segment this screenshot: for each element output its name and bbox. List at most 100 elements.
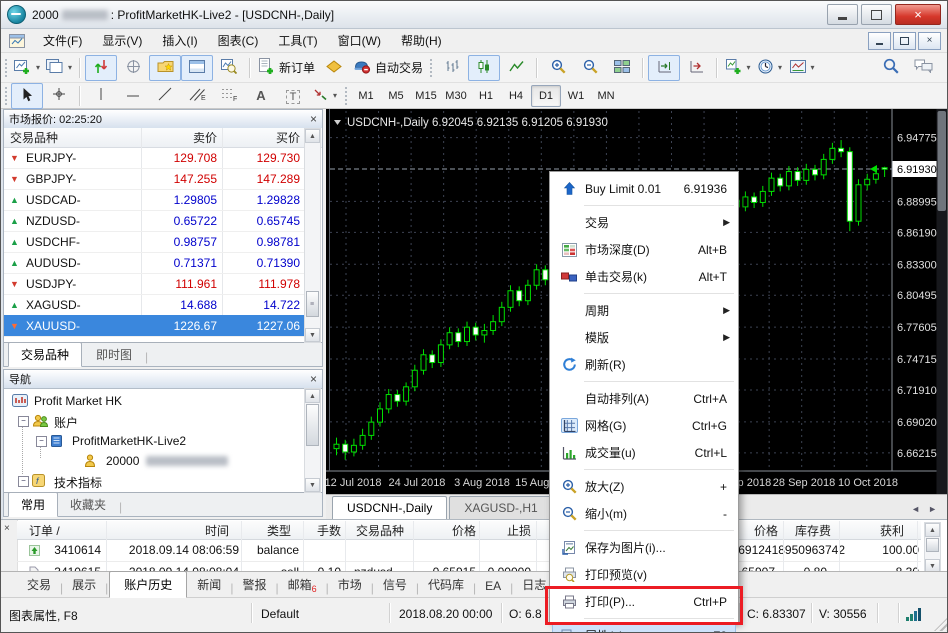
terminal-row[interactable]: 34106142018.09.14 08:06:59balance6912418…	[17, 539, 921, 562]
timeframe-h1[interactable]: H1	[471, 85, 501, 107]
terminal-col-5[interactable]: 价格	[414, 521, 476, 539]
market-watch-scrollbar[interactable]: ▲≡▼	[304, 128, 321, 343]
timeframe-h4[interactable]: H4	[501, 85, 531, 107]
context-item-zoom-in[interactable]: 放大(Z)+	[552, 473, 736, 500]
terminal-col-1[interactable]: 时间	[141, 521, 229, 539]
toolbar-grip[interactable]	[429, 58, 433, 78]
bar-chart-button[interactable]	[436, 55, 468, 81]
context-item-grid[interactable]: 网格(G)Ctrl+G	[552, 412, 736, 439]
toolbar-grip[interactable]	[4, 86, 8, 106]
terminal-col-6[interactable]: 止损	[477, 521, 531, 539]
market-watch-row[interactable]: ▼USDJPY-111.961111.978	[4, 273, 304, 295]
context-item-refresh[interactable]: 刷新(R)	[552, 351, 736, 378]
autotrading-button[interactable]: 自动交易	[350, 55, 426, 81]
timeframe-d1[interactable]: D1	[531, 85, 561, 107]
terminal-tab-signals[interactable]: 信号	[375, 572, 415, 597]
scroll-up-icon[interactable]: ▲	[305, 129, 320, 143]
market-watch-row[interactable]: ▲AUDUSD-0.713710.71390	[4, 252, 304, 274]
tile-windows-button[interactable]	[606, 55, 638, 81]
menu-help[interactable]: 帮助(H)	[391, 29, 452, 52]
periods-button[interactable]: ▾	[754, 55, 786, 81]
scroll-down-icon[interactable]: ▼	[305, 478, 320, 492]
chat-button[interactable]	[907, 55, 939, 81]
context-item-depth[interactable]: 市场深度(D)Alt+B	[552, 236, 736, 263]
menu-file[interactable]: 文件(F)	[33, 29, 92, 52]
tree-item-accounts[interactable]: −账户	[4, 411, 304, 431]
context-item-7[interactable]: 模版▶	[552, 324, 736, 351]
scroll-down-icon[interactable]: ▼	[305, 328, 320, 342]
timeframe-m30[interactable]: M30	[441, 85, 471, 107]
tree-item-user[interactable]: 20000	[4, 451, 304, 471]
window-minimize-button[interactable]	[827, 4, 858, 25]
new-chart-button[interactable]: ▾	[11, 55, 43, 81]
market-watch-row[interactable]: ▲USDCAD-1.298051.29828	[4, 189, 304, 211]
terminal-tab-trade[interactable]: 交易	[19, 572, 59, 597]
chart-tab-1[interactable]: XAGUSD-,H1	[449, 496, 552, 519]
terminal-tab-mailbox[interactable]: 邮箱6	[280, 572, 325, 597]
terminal-col-4[interactable]: 交易品种	[356, 521, 412, 539]
market-watch-toggle[interactable]	[85, 55, 117, 81]
terminal-tab-market[interactable]: 市场	[330, 572, 370, 597]
crosshair-tool[interactable]	[43, 83, 75, 109]
terminal-tab-account-history[interactable]: 账户历史	[109, 571, 187, 598]
new-order-button[interactable]: 新订单	[255, 55, 318, 81]
terminal-scroll-thumb[interactable]	[926, 538, 939, 552]
terminal-col-8[interactable]: 库存费	[781, 521, 831, 539]
market-watch-row[interactable]: ▼XAUUSD-1226.671227.06	[4, 315, 304, 337]
terminal-tab-alerts[interactable]: 警报	[234, 572, 274, 597]
templates-button[interactable]: ▾	[786, 55, 818, 81]
data-window-button[interactable]	[117, 55, 149, 81]
resize-grip[interactable]	[934, 618, 947, 631]
timeframe-m1[interactable]: M1	[351, 85, 381, 107]
line-chart-button[interactable]	[500, 55, 532, 81]
strategy-tester-button[interactable]	[213, 55, 245, 81]
context-item-one-click[interactable]: 单击交易(k)Alt+T	[552, 263, 736, 290]
market-watch-row[interactable]: ▲XAGUSD-14.68814.722	[4, 294, 304, 316]
terminal-tab-code-base[interactable]: 代码库	[420, 572, 472, 597]
tree-expander-icon[interactable]: −	[36, 436, 47, 447]
terminal-close-icon[interactable]: ×	[4, 523, 10, 534]
mdi-minimize-button[interactable]	[868, 32, 891, 50]
navigator-tab-0[interactable]: 常用	[8, 492, 58, 517]
terminal-tab-exposure[interactable]: 展示	[64, 572, 104, 597]
zoom-out-button[interactable]	[574, 55, 606, 81]
profiles-button[interactable]: ▾	[43, 55, 75, 81]
market-watch-row[interactable]: ▲USDCHF-0.987570.98781	[4, 231, 304, 253]
search-button[interactable]	[875, 55, 907, 81]
indicators-button[interactable]: ▾	[722, 55, 754, 81]
terminal-tab-ea[interactable]: EA	[477, 575, 509, 597]
candlestick-chart-button[interactable]	[468, 55, 500, 81]
scroll-up-icon[interactable]: ▲	[305, 389, 320, 403]
terminal-col-0[interactable]: 订单 /	[29, 521, 89, 539]
context-item-a[interactable]: 自动排列(A)Ctrl+A	[552, 385, 736, 412]
menu-insert[interactable]: 插入(I)	[152, 29, 207, 52]
text-label-tool[interactable]: T	[277, 83, 309, 109]
timeframe-m5[interactable]: M5	[381, 85, 411, 107]
timeframe-m15[interactable]: M15	[411, 85, 441, 107]
menu-tools[interactable]: 工具(T)	[268, 29, 327, 52]
navigator-scrollbar[interactable]: ▲▼	[304, 388, 321, 493]
chart-shift-toggle[interactable]	[680, 55, 712, 81]
window-close-button[interactable]: ×	[895, 4, 941, 25]
arrows-tool[interactable]: ▾	[309, 83, 341, 109]
tree-expander-icon[interactable]: −	[18, 416, 29, 427]
fibonacci-tool[interactable]: F	[213, 83, 245, 109]
context-item-save-picture[interactable]: 保存为图片(i)...	[552, 534, 736, 561]
navigator-toggle[interactable]	[149, 55, 181, 81]
market-watch-row[interactable]: ▼EURJPY-129.708129.730	[4, 147, 304, 169]
auto-scroll-toggle[interactable]	[648, 55, 680, 81]
scroll-up-icon[interactable]: ▲	[925, 523, 940, 537]
market-watch-close-icon[interactable]: ×	[310, 114, 317, 124]
chart-scroll-thumb[interactable]	[938, 111, 947, 211]
context-item-6[interactable]: 周期▶	[552, 297, 736, 324]
terminal-col-3[interactable]: 手数	[299, 521, 341, 539]
terminal-col-2[interactable]: 类型	[241, 521, 291, 539]
scroll-thumb[interactable]	[306, 404, 319, 446]
context-item-volumes[interactable]: 成交量(u)Ctrl+L	[552, 439, 736, 466]
menu-charts[interactable]: 图表(C)	[208, 29, 269, 52]
mdi-restore-button[interactable]	[893, 32, 916, 50]
context-item-2[interactable]: 交易▶	[552, 209, 736, 236]
navigator-tab-1[interactable]: 收藏夹	[58, 493, 118, 516]
tab-scroll-left-icon[interactable]: ◄	[911, 504, 920, 514]
market-watch-row[interactable]: ▲NZDUSD-0.657220.65745	[4, 210, 304, 232]
